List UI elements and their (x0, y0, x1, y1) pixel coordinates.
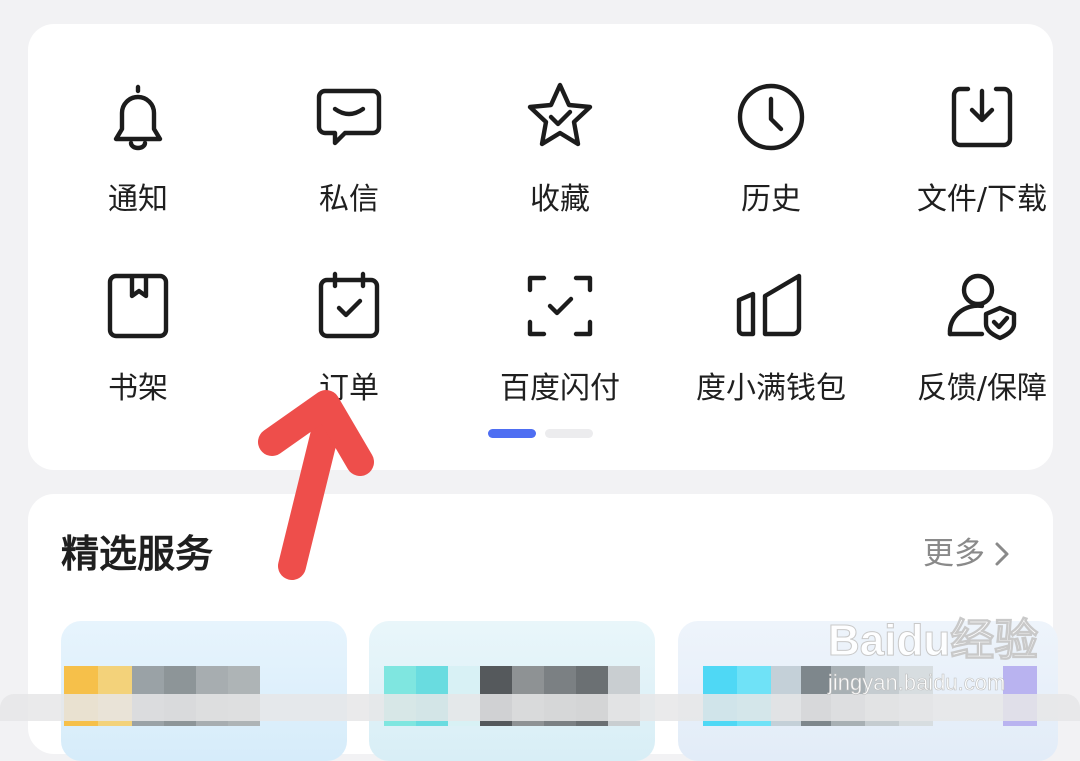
quick-action-label: 私信 (319, 182, 379, 217)
scan-check-icon (460, 261, 660, 351)
quick-action-label: 历史 (741, 182, 801, 217)
quick-action-message[interactable]: 私信 (249, 72, 449, 220)
page-dot-active (488, 429, 536, 438)
quick-action-label: 反馈/保障 (916, 371, 1048, 406)
quick-action-label: 订单 (319, 371, 379, 406)
user-shield-icon (882, 261, 1080, 351)
section-title: 精选服务 (61, 532, 214, 576)
quick-action-notify[interactable]: 通知 (38, 72, 238, 220)
chevron-right-icon (995, 542, 1009, 566)
quick-action-label: 度小满钱包 (696, 371, 846, 406)
watermark: Baidu经验 jingyan.baidu.com (827, 604, 1048, 696)
quick-action-bookshelf[interactable]: 书架 (38, 261, 238, 409)
message-icon (249, 72, 449, 162)
bell-icon (38, 72, 238, 162)
bottom-overlay (0, 694, 1080, 721)
more-link[interactable]: 更多 (923, 534, 1013, 574)
quick-action-history[interactable]: 历史 (671, 72, 871, 220)
watermark-url: jingyan.baidu.com (828, 670, 1006, 696)
quick-action-orders[interactable]: 订单 (249, 261, 449, 409)
quick-action-label: 百度闪付 (500, 371, 620, 406)
bookshelf-icon (38, 261, 238, 351)
quick-action-label: 文件/下载 (916, 182, 1048, 217)
quick-action-label: 收藏 (530, 182, 590, 217)
quick-action-baidu-pay[interactable]: 百度闪付 (460, 261, 660, 409)
watermark-text: Baidu经验 (827, 616, 1039, 666)
calendar-check-icon (249, 261, 449, 351)
more-label: 更多 (923, 536, 985, 572)
quick-actions-card: 通知 私信 收藏 历史 文件/下载 书架 订单 百度闪付 度小满钱包 反馈/保障 (28, 24, 1053, 470)
star-icon (460, 72, 660, 162)
quick-action-label: 书架 (108, 371, 168, 406)
quick-action-feedback[interactable]: 反馈/保障 (882, 261, 1080, 409)
quick-action-wallet[interactable]: 度小满钱包 (671, 261, 871, 409)
page-dot (545, 429, 593, 438)
download-icon (882, 72, 1080, 162)
clock-icon (671, 72, 871, 162)
quick-action-favorites[interactable]: 收藏 (460, 72, 660, 220)
wallet-icon (671, 261, 871, 351)
quick-action-label: 通知 (108, 182, 168, 217)
quick-action-downloads[interactable]: 文件/下载 (882, 72, 1080, 220)
